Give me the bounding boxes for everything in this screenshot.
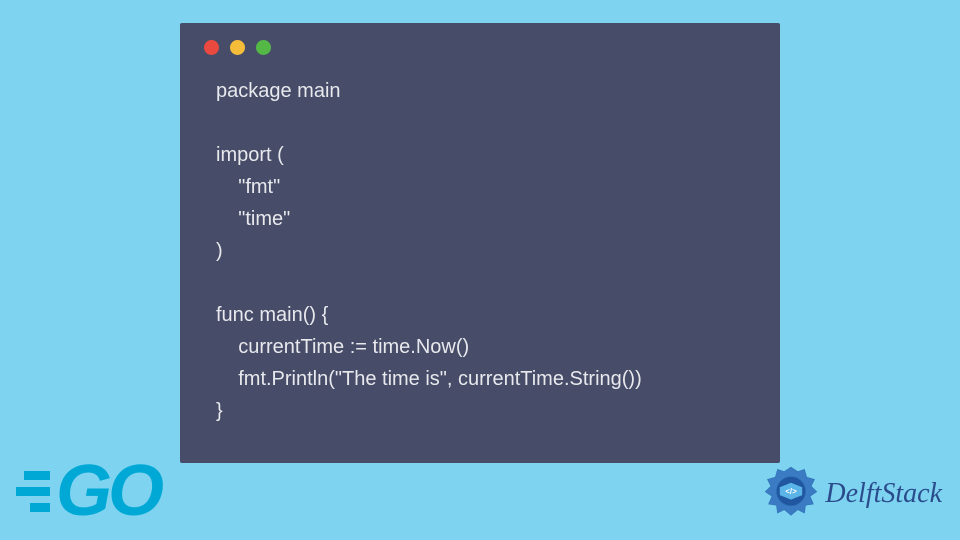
- go-logo-text: GO: [56, 459, 160, 524]
- go-logo: GO: [10, 459, 160, 524]
- delftstack-logo-text: DelftStack: [825, 478, 942, 510]
- delftstack-emblem-icon: </>: [763, 466, 819, 522]
- code-window: package main import ( "fmt" "time" ) fun…: [180, 23, 780, 463]
- minimize-icon: [230, 40, 245, 55]
- go-speed-lines-icon: [10, 471, 50, 512]
- delftstack-logo: </> DelftStack: [763, 466, 942, 522]
- close-icon: [204, 40, 219, 55]
- maximize-icon: [256, 40, 271, 55]
- window-traffic-lights: [180, 23, 780, 55]
- code-content: package main import ( "fmt" "time" ) fun…: [180, 55, 780, 427]
- svg-text:</>: </>: [786, 487, 798, 496]
